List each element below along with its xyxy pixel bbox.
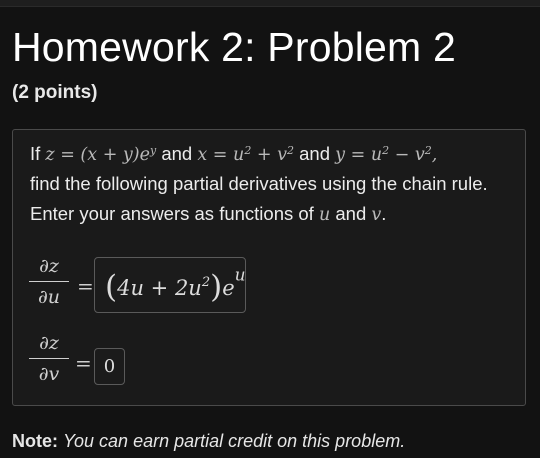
answer-input-dv[interactable]: 0: [94, 348, 125, 385]
period: .: [381, 203, 387, 224]
problem-statement-box: If z = (x + y)ey and x = u2 + v2 and y =…: [12, 129, 526, 406]
open-paren: (: [105, 269, 118, 305]
equation-x-exponent-2: 2: [287, 143, 294, 157]
fraction-denominator: ∂v: [38, 363, 60, 385]
equation-z-body: z = (x + y)e: [45, 145, 150, 165]
problem-page: Homework 2: Problem 2 (2 points) If z = …: [0, 0, 540, 458]
text-and-2: and: [294, 143, 336, 164]
equals-sign: =: [75, 351, 92, 375]
answer-exponent: 2: [201, 274, 211, 290]
variable-u: u: [318, 205, 331, 225]
equation-y-mid: − v: [389, 145, 425, 165]
fraction-numerator: ∂z: [39, 255, 59, 277]
text-and-3: and: [330, 203, 372, 224]
fraction-bar: [29, 358, 69, 359]
note-body: You can earn partial credit on this prob…: [63, 431, 406, 451]
equation-x-body: x = u: [197, 145, 245, 165]
answer-e: e: [222, 276, 235, 300]
note-text: Note: You can earn partial credit on thi…: [12, 431, 405, 452]
fraction-bar: [29, 281, 69, 282]
problem-line-1: If z = (x + y)ey and x = u2 + v2 and y =…: [30, 143, 437, 165]
equation-x-mid: + v: [251, 145, 287, 165]
variable-v: v: [371, 205, 382, 225]
text-and-1: and: [156, 143, 198, 164]
equation-y-body: y = u: [335, 145, 383, 165]
page-title: Homework 2: Problem 2: [12, 24, 456, 70]
close-paren: ): [210, 269, 223, 305]
equals-sign: =: [77, 274, 94, 298]
answer-term: 4u + 2u: [117, 276, 202, 300]
equation-x: x = u2 + v2: [197, 145, 294, 165]
problem-line-2: find the following partial derivatives u…: [30, 173, 488, 194]
fraction-denominator: ∂u: [37, 286, 61, 308]
instruction-text: Enter your answers as functions of: [30, 203, 319, 224]
equation-y: y = u2 − v2,: [335, 145, 437, 165]
answer-input-du[interactable]: (4u + 2u2)eu: [94, 257, 246, 313]
equation-y-exponent-2: 2: [424, 143, 432, 157]
problem-line-3: Enter your answers as functions of u and…: [30, 203, 386, 225]
text-if: If: [30, 143, 46, 164]
partial-derivative-dv: ∂z ∂v: [27, 331, 71, 386]
note-label: Note:: [12, 431, 58, 451]
equation-y-comma: ,: [431, 145, 438, 165]
equation-z: z = (x + y)ey: [45, 145, 156, 165]
fraction-numerator: ∂z: [39, 332, 59, 354]
partial-derivative-du: ∂z ∂u: [27, 254, 71, 309]
top-divider: [0, 0, 540, 7]
answer-e-exponent: u: [234, 265, 246, 286]
points-label: (2 points): [12, 82, 98, 103]
answer-expression-du: (4u + 2u2)eu: [105, 265, 246, 305]
